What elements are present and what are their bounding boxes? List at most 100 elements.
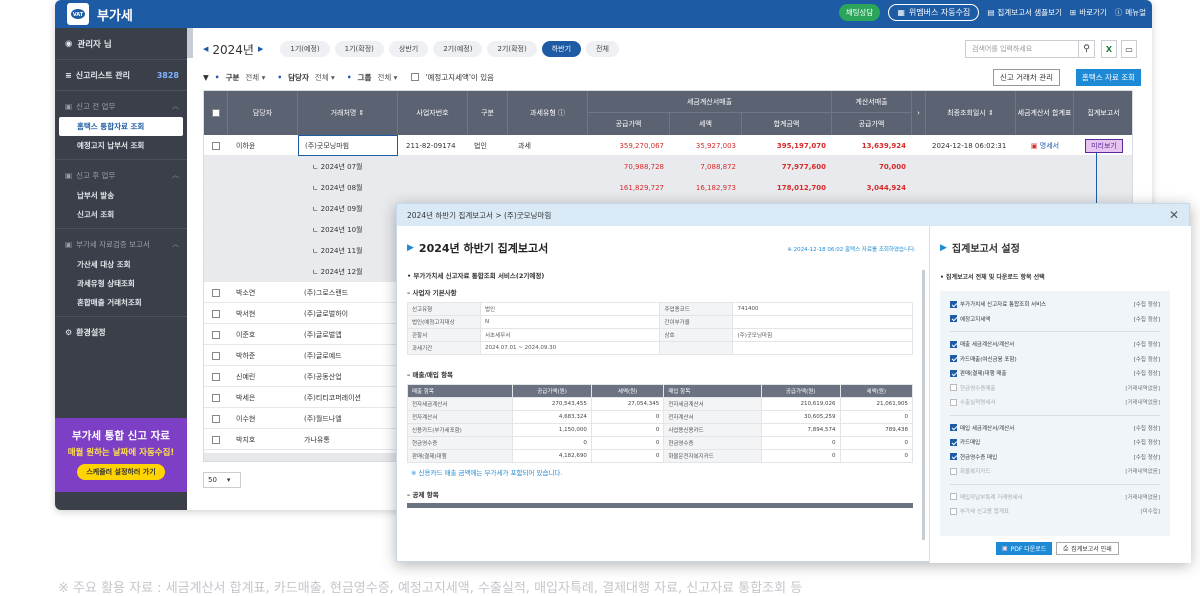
settings-checkbox[interactable]: [950, 369, 957, 377]
settings-item[interactable]: 화물복지카드 [거래내역없음]: [950, 464, 1160, 479]
filter-type-select[interactable]: 전체 ▾: [245, 72, 265, 83]
sample-report-link[interactable]: ▤ 집계보고서 샘플보기: [987, 7, 1062, 18]
tab-all[interactable]: 전체: [586, 41, 619, 57]
row-checkbox[interactable]: [204, 429, 228, 450]
settings-checkbox[interactable]: [950, 340, 957, 348]
excel-icon[interactable]: X: [1101, 40, 1117, 58]
sidebar-group-post[interactable]: ▣ 신고 후 업무 ︿: [55, 164, 187, 186]
row-checkbox[interactable]: [204, 345, 228, 366]
scheduler-button[interactable]: 스케줄러 설정하러 가기: [77, 464, 165, 480]
row-client[interactable]: (주)티티코퍼레이션: [298, 387, 398, 408]
row-client[interactable]: (주)월드나엘: [298, 408, 398, 429]
row-client[interactable]: (주)글로예드: [298, 345, 398, 366]
sidebar-toggle[interactable]: [187, 28, 193, 58]
row-checkbox[interactable]: [204, 324, 228, 345]
col-calc-supply[interactable]: 공급가액: [832, 113, 912, 135]
settings-checkbox[interactable]: [950, 300, 957, 308]
sidebar-item-settings[interactable]: ⚙ 환경설정: [55, 321, 187, 343]
settings-checkbox[interactable]: [950, 438, 957, 446]
sidebar-item-taxtype[interactable]: 과세유형 상태조회: [55, 274, 187, 293]
sidebar-item-mixed[interactable]: 혼합매출 거래처조회: [55, 293, 187, 312]
settings-item[interactable]: 카드매입 [수집 정상]: [950, 435, 1160, 450]
col-report[interactable]: 집계보고서: [1074, 91, 1132, 135]
sidebar-item-penalty[interactable]: 가산세 대상 조회: [55, 255, 187, 274]
auto-collect-button[interactable]: ▦ 위멤버스 자동수집: [888, 4, 980, 21]
col-last-query[interactable]: 최종조회일시 ⇕: [926, 91, 1016, 135]
preview-button[interactable]: 미리보기: [1074, 135, 1132, 156]
settings-checkbox[interactable]: [950, 384, 957, 392]
col-tax[interactable]: 세액: [670, 113, 742, 135]
row-client[interactable]: (주)글로벌하이: [298, 303, 398, 324]
tab-2-final[interactable]: 2기(확정): [487, 41, 537, 57]
search-input[interactable]: 검색어를 입력하세요 ⚲: [965, 40, 1095, 58]
row-client[interactable]: (주)그로스랜드: [298, 282, 398, 303]
row-client[interactable]: (주)공동산업: [298, 366, 398, 387]
settings-item[interactable]: 매입자납부특례 거래명세서 [거래내역없음]: [950, 490, 1160, 505]
sidebar-item-send[interactable]: 납부서 발송: [55, 186, 187, 205]
page-size-select[interactable]: 50 ▾: [203, 472, 241, 488]
col-supply[interactable]: 공급가액: [588, 113, 670, 135]
col-bizno[interactable]: 사업자번호: [398, 91, 468, 135]
scheduler-banner[interactable]: 부가세 통합 신고 자료 매월 원하는 날짜에 자동수집! 스케줄러 설정하러 …: [55, 418, 187, 492]
app-logo[interactable]: VAT: [67, 3, 89, 25]
settings-item[interactable]: 현금영수증매출 [거래내역없음]: [950, 381, 1160, 396]
settings-item[interactable]: 부가세 신고용 합계표 [미수집]: [950, 504, 1160, 519]
tab-1-prelim[interactable]: 1기(예정): [280, 41, 330, 57]
prepay-checkbox[interactable]: [411, 73, 420, 81]
tab-second-half[interactable]: 하반기: [541, 41, 582, 57]
filter-group-select[interactable]: 전체 ▾: [377, 72, 397, 83]
col-manager[interactable]: 담당자: [228, 91, 298, 135]
settings-checkbox[interactable]: [950, 453, 957, 461]
hometax-query-button[interactable]: 홈택스 자료 조회: [1075, 69, 1141, 86]
row-checkbox[interactable]: [204, 408, 228, 429]
sidebar-group-verify[interactable]: ▣ 부가세 자료검증 보고서 ︿: [55, 233, 187, 255]
search-icon[interactable]: ⚲: [1078, 41, 1094, 57]
client-manage-button[interactable]: 신고 거래처 관리: [992, 69, 1060, 86]
settings-checkbox[interactable]: [950, 355, 957, 363]
chat-button[interactable]: 채팅상담: [838, 4, 881, 21]
settings-checkbox[interactable]: [950, 398, 957, 406]
row-client[interactable]: (주)굿모닝마힘: [298, 135, 398, 156]
sidebar-item-report-list[interactable]: ≡ 신고리스트 관리 3828: [55, 64, 187, 86]
print-report-button[interactable]: ⎙ 집계보고서 인쇄: [1056, 542, 1119, 555]
row-checkbox[interactable]: [204, 366, 228, 387]
folder-icon[interactable]: ▭: [1121, 40, 1137, 58]
col-invoice-total[interactable]: 세금계산서 합계표: [1016, 91, 1074, 135]
tab-2-prelim[interactable]: 2기(예정): [433, 41, 483, 57]
col-type[interactable]: 구분: [468, 91, 508, 135]
settings-checkbox[interactable]: [950, 493, 957, 501]
row-client[interactable]: 가나유통: [298, 429, 398, 450]
col-taxtype[interactable]: 과세유형 ⓘ: [508, 91, 588, 135]
settings-checkbox[interactable]: [950, 507, 957, 515]
settings-item[interactable]: 판매(결제)대행 매출 [수집 정상]: [950, 366, 1160, 381]
settings-item[interactable]: 카드매출(여신금융 포함) [수집 정상]: [950, 352, 1160, 367]
row-checkbox[interactable]: [204, 303, 228, 324]
sidebar-user[interactable]: ◉ 관리자 님: [55, 28, 187, 60]
shortcut-link[interactable]: ⊞ 바로가기: [1070, 7, 1107, 18]
col-client[interactable]: 거래처명 ⇕: [298, 91, 398, 135]
tab-1-final[interactable]: 1기(확정): [334, 41, 384, 57]
row-checkbox[interactable]: [204, 282, 228, 303]
row-checkbox[interactable]: [204, 135, 228, 156]
settings-checkbox[interactable]: [950, 315, 957, 323]
settings-checkbox[interactable]: [950, 467, 957, 475]
select-all-checkbox[interactable]: [211, 109, 220, 117]
next-year-icon[interactable]: ▶: [258, 45, 263, 53]
tab-first-half[interactable]: 상반기: [388, 41, 429, 57]
row-client[interactable]: (주)글로벌앱: [298, 324, 398, 345]
pdf-download-button[interactable]: ▣ PDF 다운로드: [996, 542, 1053, 555]
year-selector[interactable]: ◀ 2024년 ▶: [203, 41, 263, 58]
col-total[interactable]: 합계금액: [742, 113, 832, 135]
row-checkbox[interactable]: [204, 387, 228, 408]
sidebar-item-hometax[interactable]: 홈택스 통합자료 조회: [59, 117, 183, 136]
close-icon[interactable]: ✕: [1169, 208, 1179, 222]
filter-manager-select[interactable]: 전체 ▾: [315, 72, 335, 83]
settings-item[interactable]: 매입 세금계산서/계산서 [수집 정상]: [950, 421, 1160, 436]
horizontal-scrollbar[interactable]: [204, 453, 404, 461]
settings-item[interactable]: 부가가치세 신고자료 통합조회 서비스 [수집 정상]: [950, 297, 1160, 312]
sidebar-item-report[interactable]: 신고서 조회: [55, 205, 187, 224]
sidebar-item-prepay[interactable]: 예정고지 납부서 조회: [55, 136, 187, 155]
settings-item[interactable]: 예정고지세액 [수집 정상]: [950, 312, 1160, 327]
invoice-link[interactable]: ▣ 명세서: [1016, 135, 1074, 156]
prev-year-icon[interactable]: ◀: [203, 45, 208, 53]
